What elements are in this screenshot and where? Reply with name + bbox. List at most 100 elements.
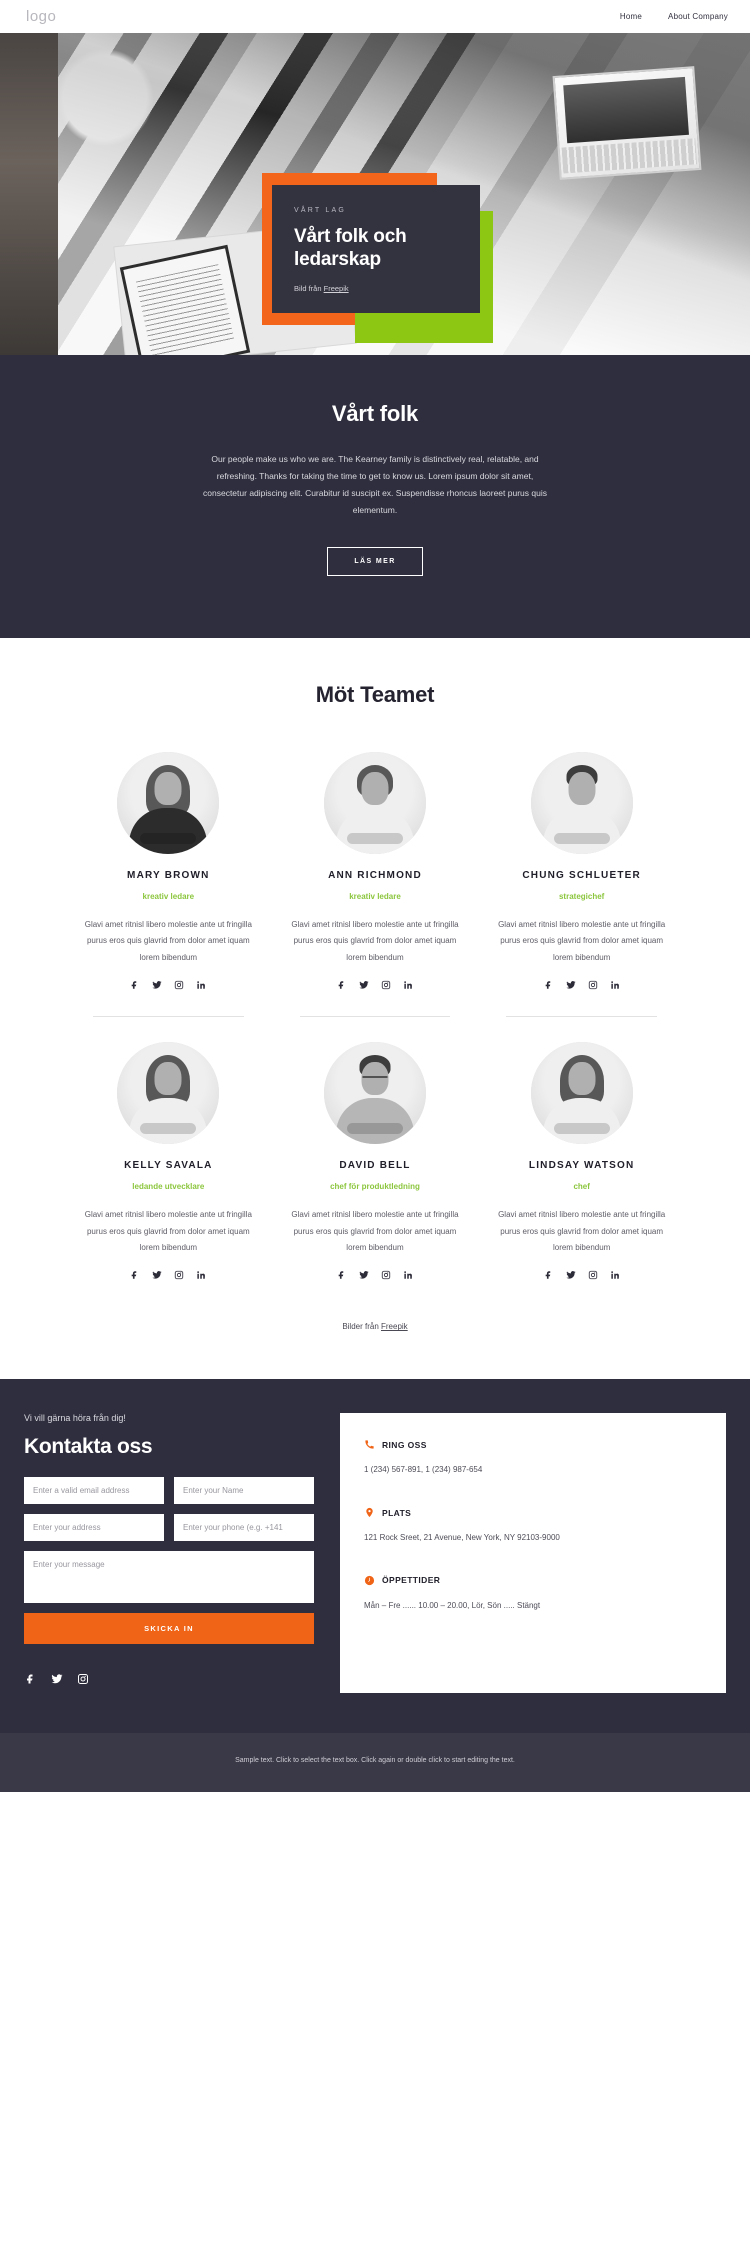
facebook-icon[interactable]	[130, 1269, 141, 1280]
intro-section: Vårt folk Our people make us who we are.…	[0, 355, 750, 638]
hero-credit-prefix: Bild från	[294, 284, 324, 294]
member-role: ledande utvecklare	[132, 1182, 205, 1192]
instagram-icon[interactable]	[587, 1269, 598, 1280]
twitter-icon[interactable]	[358, 1269, 369, 1280]
hero-photo-laptop	[552, 66, 702, 180]
team-member-card: LINDSAY WATSON chef Glavi amet ritnisl l…	[478, 1016, 685, 1306]
team-image-credit: Bilder från Freepik	[0, 1306, 750, 1361]
member-socials	[79, 1269, 258, 1280]
submit-button[interactable]: SKICKA IN	[24, 1613, 314, 1645]
facebook-icon[interactable]	[130, 979, 141, 990]
instagram-icon[interactable]	[174, 979, 185, 990]
avatar	[117, 1042, 220, 1145]
member-name: MARY BROWN	[127, 870, 210, 881]
info-label: ÖPPETTIDER	[382, 1575, 441, 1586]
member-name: DAVID BELL	[339, 1160, 411, 1172]
member-socials	[286, 979, 465, 990]
member-socials	[79, 979, 258, 990]
twitter-icon[interactable]	[565, 1269, 576, 1280]
twitter-icon[interactable]	[358, 979, 369, 990]
form-row	[24, 1514, 314, 1542]
name-field[interactable]	[174, 1477, 314, 1505]
contact-socials	[24, 1672, 314, 1685]
twitter-icon[interactable]	[565, 979, 576, 990]
member-name: CHUNG SCHLUETER	[522, 870, 641, 881]
instagram-icon[interactable]	[174, 1269, 185, 1280]
info-heading: PLATS	[364, 1507, 702, 1518]
read-more-button[interactable]: LÄS MER	[327, 547, 423, 576]
intro-paragraph: Our people make us who we are. The Kearn…	[203, 454, 547, 515]
member-bio: Glavi amet ritnisl libero molestie ante …	[498, 1210, 666, 1252]
info-value: 1 (234) 567-891, 1 (234) 987-654	[364, 1465, 483, 1475]
hero-title: Vårt folk och ledarskap	[294, 226, 407, 271]
linkedin-icon[interactable]	[609, 1269, 620, 1280]
linkedin-icon[interactable]	[196, 1269, 207, 1280]
twitter-icon[interactable]	[152, 1269, 163, 1280]
instagram-icon[interactable]	[380, 1269, 391, 1280]
twitter-icon[interactable]	[152, 979, 163, 990]
member-name: ANN RICHMOND	[328, 870, 422, 881]
email-field[interactable]	[24, 1477, 164, 1505]
member-bio: Glavi amet ritnisl libero molestie ante …	[291, 1210, 459, 1252]
hero-text-card: VÅRT LAG Vårt folk och ledarskap Bild fr…	[272, 185, 480, 313]
main-navigation: Home About Company	[620, 12, 728, 21]
hero-image-credit: Bild från Freepik	[294, 284, 458, 293]
contact-info-card: RING OSS 1 (234) 567-891, 1 (234) 987-65…	[340, 1413, 726, 1694]
address-field[interactable]	[24, 1514, 164, 1542]
instagram-icon[interactable]	[380, 979, 391, 990]
team-member-card: MARY BROWN kreativ ledare Glavi amet rit…	[65, 752, 272, 1016]
team-member-card: ANN RICHMOND kreativ ledare Glavi amet r…	[272, 752, 479, 1016]
location-pin-icon	[364, 1507, 375, 1518]
member-role: chef för produktledning	[330, 1182, 420, 1192]
info-heading: RING OSS	[364, 1439, 702, 1450]
team-credit-link[interactable]: Freepik	[381, 1322, 408, 1331]
site-header: logo Home About Company	[0, 0, 750, 33]
member-bio: Glavi amet ritnisl libero molestie ante …	[291, 920, 459, 962]
instagram-icon[interactable]	[587, 979, 598, 990]
facebook-icon[interactable]	[336, 1269, 347, 1280]
phone-field[interactable]	[174, 1514, 314, 1542]
nav-item-home[interactable]: Home	[620, 12, 642, 21]
avatar	[530, 1042, 633, 1145]
contact-title: Kontakta oss	[24, 1435, 153, 1459]
twitter-icon[interactable]	[50, 1672, 63, 1685]
facebook-icon[interactable]	[543, 1269, 554, 1280]
nav-item-about-company[interactable]: About Company	[668, 12, 728, 21]
hero-photo-floor	[0, 33, 58, 355]
facebook-icon[interactable]	[543, 979, 554, 990]
member-bio: Glavi amet ritnisl libero molestie ante …	[84, 1210, 252, 1252]
avatar	[117, 752, 220, 854]
contact-section: Vi vill gärna höra från dig! Kontakta os…	[0, 1379, 750, 1734]
hero-section: VÅRT LAG Vårt folk och ledarskap Bild fr…	[0, 33, 750, 355]
linkedin-icon[interactable]	[609, 979, 620, 990]
instagram-icon[interactable]	[76, 1672, 89, 1685]
contact-form: SKICKA IN	[24, 1477, 314, 1645]
form-row	[24, 1477, 314, 1505]
info-block-opening-hours: ÖPPETTIDER Mån – Fre ...... 10.00 – 20.0…	[364, 1575, 702, 1613]
member-socials	[286, 1269, 465, 1280]
hero-credit-link[interactable]: Freepik	[324, 284, 349, 293]
info-value: 121 Rock Sreet, 21 Avenue, New York, NY …	[364, 1533, 560, 1543]
facebook-icon[interactable]	[336, 979, 347, 990]
member-bio: Glavi amet ritnisl libero molestie ante …	[84, 920, 252, 962]
linkedin-icon[interactable]	[402, 979, 413, 990]
phone-icon	[364, 1439, 375, 1450]
site-logo[interactable]: logo	[26, 8, 56, 25]
member-bio: Glavi amet ritnisl libero molestie ante …	[498, 920, 666, 962]
info-block-call-us: RING OSS 1 (234) 567-891, 1 (234) 987-65…	[364, 1439, 702, 1477]
info-value: Mån – Fre ...... 10.00 – 20.00, Lör, Sön…	[364, 1600, 541, 1610]
footer-text: Sample text. Click to select the text bo…	[235, 1757, 515, 1765]
contact-form-column: Vi vill gärna höra från dig! Kontakta os…	[24, 1413, 314, 1685]
facebook-icon[interactable]	[24, 1672, 37, 1685]
team-section: Möt Teamet MARY BROWN kreativ ledare Gla…	[0, 638, 750, 1380]
member-name: KELLY SAVALA	[124, 1160, 213, 1172]
message-field[interactable]	[24, 1551, 314, 1604]
team-member-card: KELLY SAVALA ledande utvecklare Glavi am…	[65, 1016, 272, 1306]
member-name: LINDSAY WATSON	[528, 1160, 635, 1172]
linkedin-icon[interactable]	[402, 1269, 413, 1280]
info-block-location: PLATS 121 Rock Sreet, 21 Avenue, New Yor…	[364, 1507, 702, 1545]
linkedin-icon[interactable]	[196, 979, 207, 990]
member-socials	[492, 1269, 671, 1280]
team-member-card: DAVID BELL chef för produktledning Glavi…	[272, 1016, 479, 1306]
member-socials	[492, 979, 671, 990]
